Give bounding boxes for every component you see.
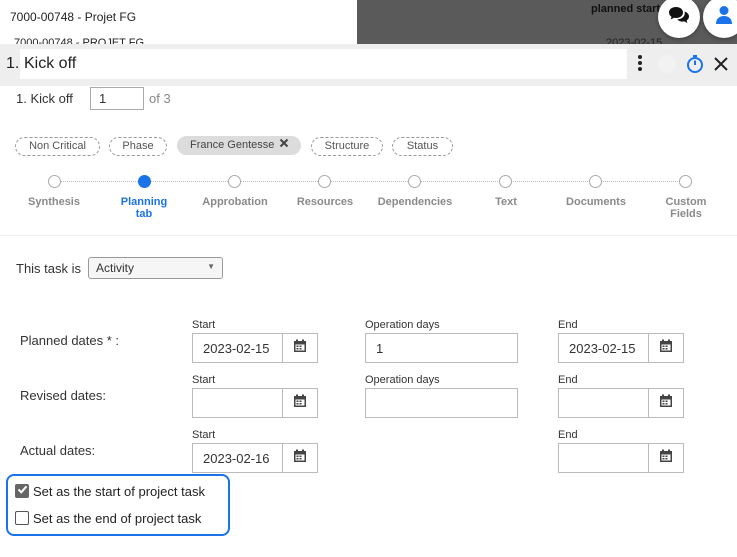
revised-end-label: End: [558, 374, 578, 386]
step-text[interactable]: Text: [464, 196, 548, 208]
planned-end-input[interactable]: 2023-02-15: [558, 333, 650, 363]
revised-start-calendar-button[interactable]: [282, 388, 318, 418]
end-of-project-checkbox[interactable]: [15, 511, 29, 525]
step-synthesis[interactable]: Synthesis: [12, 196, 96, 208]
dropdown-caret-icon: ▼: [207, 262, 215, 271]
actual-start-input[interactable]: 2023-02-16: [192, 443, 284, 473]
start-of-project-checkbox[interactable]: [15, 484, 29, 498]
step-dot-resources[interactable]: [318, 175, 331, 188]
task-type-select[interactable]: Activity ▼: [88, 257, 223, 279]
tag-status[interactable]: Status: [392, 137, 453, 156]
revised-days-label: Operation days: [365, 374, 440, 386]
tag-phase[interactable]: Phase: [109, 137, 167, 156]
tag-france-gentesse[interactable]: France Gentesse: [177, 136, 301, 155]
actual-end-input[interactable]: [558, 443, 650, 473]
planned-end-calendar-button[interactable]: [648, 333, 684, 363]
revised-dates-label: Revised dates:: [20, 388, 106, 403]
step-dot-documents[interactable]: [589, 175, 602, 188]
remove-tag-icon[interactable]: [279, 137, 289, 154]
planned-start-calendar-button[interactable]: [282, 333, 318, 363]
calendar-icon: [293, 449, 307, 468]
column-header-planned-start: planned start: [591, 3, 661, 15]
revised-start-input[interactable]: [192, 388, 284, 418]
start-of-project-label[interactable]: Set as the start of project task: [33, 484, 205, 499]
more-options-button[interactable]: [634, 53, 646, 78]
close-button[interactable]: [712, 55, 730, 78]
step-approbation[interactable]: Approbation: [193, 196, 277, 208]
actual-start-label: Start: [192, 429, 216, 441]
user-icon: [715, 5, 733, 30]
calendar-icon: [659, 394, 673, 413]
revised-days-input[interactable]: [365, 388, 518, 418]
more-vertical-icon: [634, 55, 646, 77]
planned-end-label: End: [558, 319, 578, 331]
checkmark-icon: [17, 482, 28, 500]
step-dot-synthesis[interactable]: [48, 175, 61, 188]
timer-button[interactable]: [685, 54, 705, 79]
step-dot-dependencies[interactable]: [408, 175, 421, 188]
chat-icon: [668, 5, 690, 30]
planned-start-input[interactable]: 2023-02-15: [192, 333, 284, 363]
step-resources[interactable]: Resources: [283, 196, 367, 208]
task-name-label: 1. Kick off: [16, 91, 73, 106]
actual-start-calendar-button[interactable]: [282, 443, 318, 473]
planned-days-label: Operation days: [365, 319, 440, 331]
step-dot-approbation[interactable]: [228, 175, 241, 188]
page-number-input[interactable]: 1: [90, 87, 144, 110]
project-title: 7000-00748 - Projet FG: [10, 10, 137, 24]
revised-start-label: Start: [192, 374, 216, 386]
end-of-project-label[interactable]: Set as the end of project task: [33, 511, 201, 526]
step-dot-text[interactable]: [499, 175, 512, 188]
actual-dates-label: Actual dates:: [20, 443, 96, 458]
step-documents[interactable]: Documents: [554, 196, 638, 208]
step-dot-planning-tab[interactable]: [138, 175, 151, 188]
calendar-icon: [659, 339, 673, 358]
tag-label: France Gentesse: [190, 139, 275, 151]
actual-end-calendar-button[interactable]: [648, 443, 684, 473]
stopwatch-icon: [685, 55, 705, 78]
page-total: of 3: [149, 91, 171, 106]
step-planning-tab[interactable]: Planning tab: [114, 196, 174, 220]
step-dot-custom-fields[interactable]: [679, 175, 692, 188]
planned-start-label: Start: [192, 319, 216, 331]
calendar-icon: [293, 394, 307, 413]
actual-end-label: End: [558, 429, 578, 441]
calendar-icon: [659, 449, 673, 468]
section-divider: [0, 235, 737, 236]
calendar-icon: [293, 339, 307, 358]
close-icon: [712, 57, 730, 77]
task-type-value: Activity: [96, 261, 135, 275]
task-type-label: This task is: [16, 261, 82, 276]
planned-days-input[interactable]: 1: [365, 333, 518, 363]
planned-dates-label: Planned dates * :: [20, 333, 120, 348]
task-number: 1.: [6, 55, 20, 72]
tag-non-critical[interactable]: Non Critical: [15, 137, 100, 156]
status-indicator: [658, 55, 676, 73]
task-title-input[interactable]: Kick off: [20, 49, 627, 79]
revised-end-calendar-button[interactable]: [648, 388, 684, 418]
revised-end-input[interactable]: [558, 388, 650, 418]
tag-structure[interactable]: Structure: [311, 137, 383, 156]
step-dependencies[interactable]: Dependencies: [373, 196, 457, 208]
step-custom-fields[interactable]: Custom Fields: [656, 196, 716, 220]
